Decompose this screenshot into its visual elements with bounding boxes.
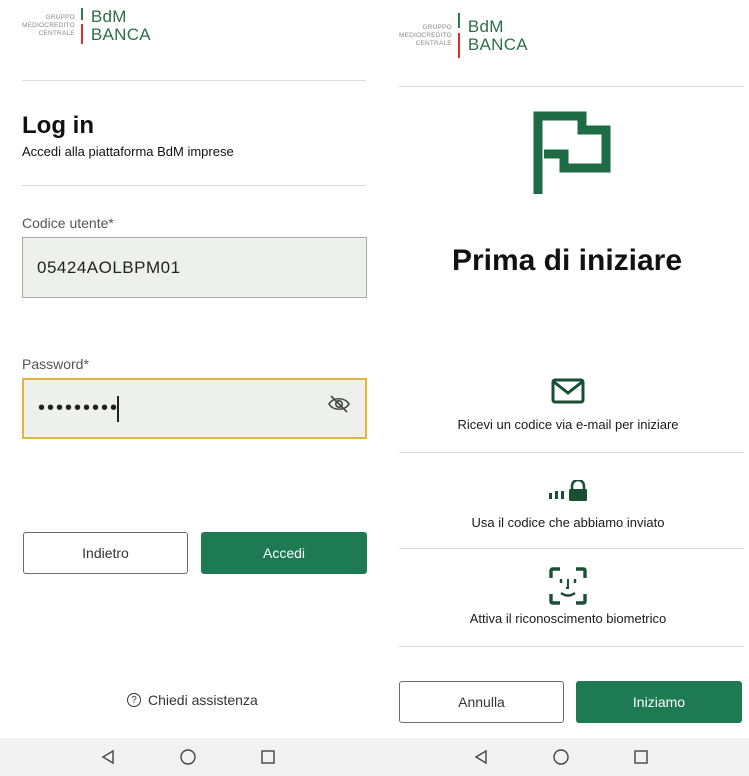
help-link-label: Chiedi assistenza: [148, 692, 258, 708]
user-code-value: 05424AOLBPM01: [37, 257, 181, 277]
onboarding-screen: GRUPPO MEDIOCREDITO CENTRALE BdM BANCA P…: [385, 0, 749, 776]
user-code-field[interactable]: 05424AOLBPM01: [22, 237, 367, 298]
step-email: Ricevi un codice via e-mail per iniziare: [399, 372, 737, 452]
password-field[interactable]: •••••••••: [22, 378, 367, 439]
logo-brand-line1: BdM: [90, 7, 127, 26]
onboarding-title: Prima di iniziare: [451, 244, 683, 277]
envelope-icon: [551, 378, 585, 404]
header-divider: [22, 80, 366, 81]
logo-brand-text: BdM BANCA: [91, 8, 151, 44]
nav-back-icon[interactable]: [78, 742, 138, 772]
logo-brand-line2: BANCA: [90, 25, 151, 44]
logo-small-line3: CENTRALE: [38, 30, 75, 37]
logo-small-line2: MEDIOCREDITO: [399, 31, 452, 39]
back-button[interactable]: Indietro: [23, 532, 188, 574]
nav-recents-icon[interactable]: [611, 742, 671, 772]
logo-group-text: GRUPPO MEDIOCREDITO CENTRALE: [22, 14, 75, 38]
step-code: Usa il codice che abbiamo inviato: [399, 470, 737, 548]
title-divider: [22, 185, 366, 186]
hide-password-icon[interactable]: [327, 394, 351, 414]
text-cursor: [117, 395, 120, 422]
step-biometric: Attiva il riconoscimento biometrico: [399, 560, 737, 646]
page-title: Log in: [22, 112, 94, 139]
password-value: •••••••••: [38, 397, 120, 419]
user-code-label: Codice utente*: [22, 215, 114, 231]
logo-small-line1: GRUPPO: [45, 14, 75, 21]
nav-home-icon[interactable]: [158, 742, 218, 772]
step-divider-3: [399, 646, 744, 647]
nav-recents-icon[interactable]: [238, 742, 298, 772]
help-link[interactable]: ? Chiedi assistenza: [127, 692, 258, 708]
nav-back-icon[interactable]: [451, 742, 511, 772]
logo-brand-line1: BdM: [467, 16, 504, 36]
logo-small-line1: GRUPPO: [422, 23, 452, 31]
bdm-logo: GRUPPO MEDIOCREDITO CENTRALE BdM BANCA: [22, 8, 151, 44]
logo-group-text: GRUPPO MEDIOCREDITO CENTRALE: [399, 24, 452, 48]
logo-brand-line2: BANCA: [467, 34, 528, 54]
cancel-button[interactable]: Annulla: [399, 681, 564, 723]
logo-small-line3: CENTRALE: [415, 39, 452, 47]
step-divider-2: [399, 548, 744, 549]
android-nav-bar: [385, 738, 749, 776]
bdm-logo: GRUPPO MEDIOCREDITO CENTRALE BdM BANCA: [399, 13, 528, 58]
logo-divider: [457, 13, 460, 58]
login-screen: GRUPPO MEDIOCREDITO CENTRALE BdM BANCA L…: [0, 0, 385, 776]
password-label: Password*: [22, 356, 89, 372]
flag-icon: [533, 111, 611, 194]
page-subtitle: Accedi alla piattaforma BdM imprese: [22, 144, 234, 159]
face-id-icon: [549, 567, 587, 605]
question-icon: ?: [127, 693, 141, 707]
android-nav-bar: [0, 738, 385, 776]
logo-small-line2: MEDIOCREDITO: [22, 22, 75, 29]
step-divider-1: [399, 452, 744, 453]
code-lock-icon: [549, 480, 587, 501]
header-divider: [399, 86, 744, 87]
step-biometric-text: Attiva il riconoscimento biometrico: [469, 611, 667, 626]
logo-divider: [80, 8, 83, 44]
nav-home-icon[interactable]: [531, 742, 591, 772]
start-button[interactable]: Iniziamo: [576, 681, 742, 723]
step-code-text: Usa il codice che abbiamo inviato: [471, 515, 665, 530]
logo-brand-text: BdM BANCA: [467, 16, 528, 54]
step-email-text: Ricevi un codice via e-mail per iniziare: [457, 417, 679, 432]
login-button[interactable]: Accedi: [201, 532, 367, 574]
